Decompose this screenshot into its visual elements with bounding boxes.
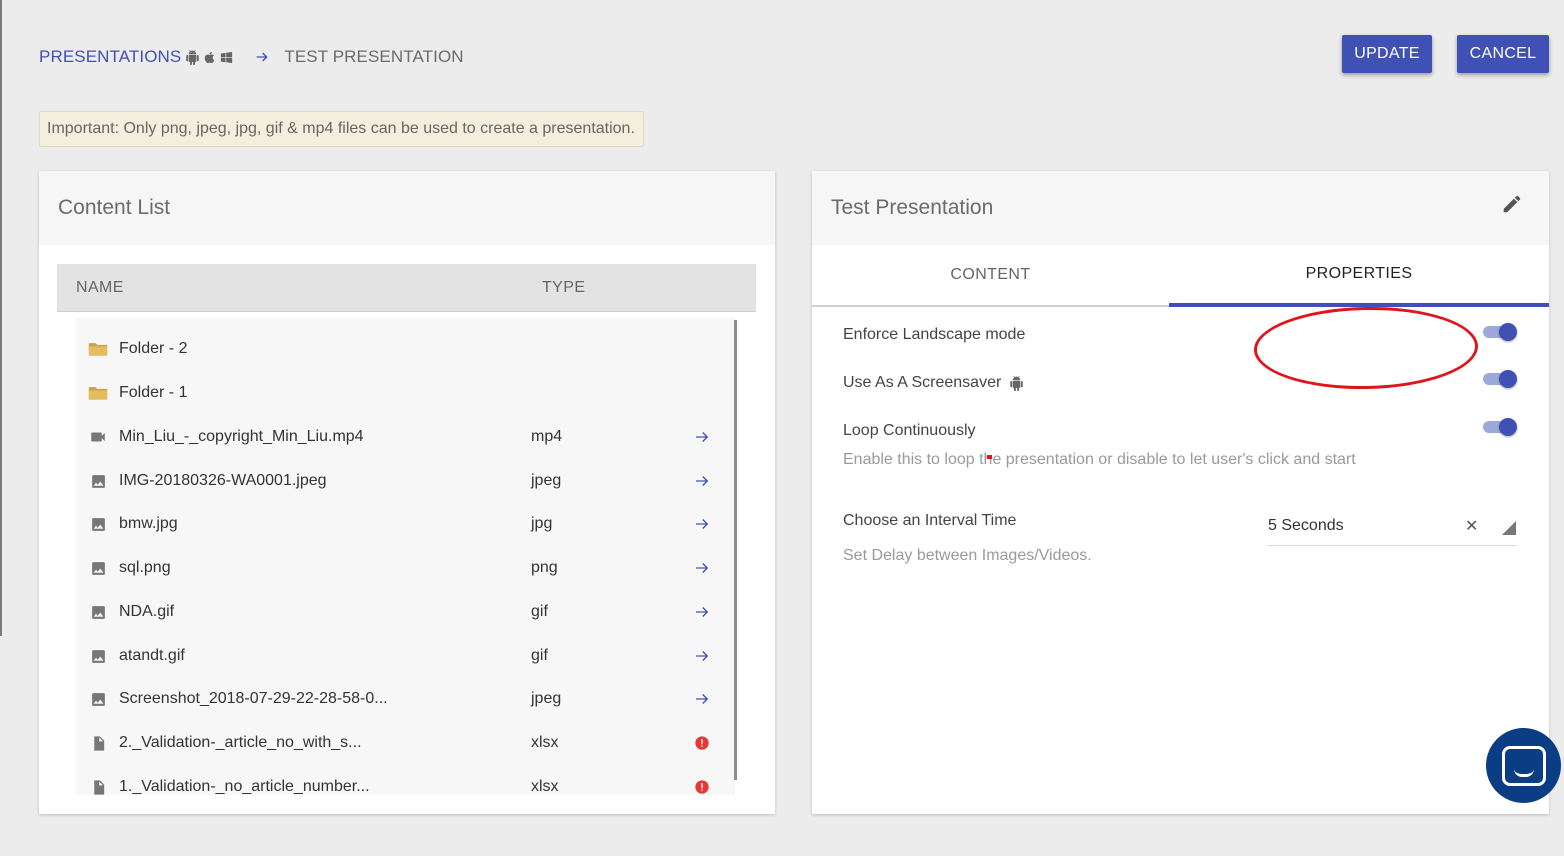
folder-icon: [88, 384, 108, 402]
item-name: NDA.gif: [119, 603, 175, 620]
item-name: bmw.jpg: [119, 515, 178, 532]
error-icon: [692, 777, 712, 795]
windows-icon: [221, 51, 233, 63]
arrow-right-icon[interactable]: [692, 514, 712, 534]
file-row[interactable]: IMG-20180326-WA0001.jpeg jpeg: [76, 459, 735, 503]
apple-icon: [205, 51, 215, 63]
content-list[interactable]: Folder - 2 Folder - 1 Min_Liu_-_copyright_…: [76, 318, 735, 795]
interval-select[interactable]: 5 Seconds ✕: [1267, 509, 1517, 546]
file-row[interactable]: bmw.jpg jpg: [76, 502, 735, 546]
breadcrumb: PRESENTATIONS TEST PRESENTATION: [39, 46, 464, 68]
image-icon: [88, 472, 108, 490]
landscape-label: Enforce Landscape mode: [843, 326, 1026, 343]
item-type: xlsx: [531, 734, 559, 751]
item-type: jpeg: [531, 690, 562, 707]
file-icon: [88, 734, 108, 752]
item-name: 1._Validation-_no_article_number...: [119, 778, 370, 795]
arrow-right-icon[interactable]: [692, 602, 712, 622]
table-header: NAME TYPE: [57, 264, 756, 312]
file-row[interactable]: Min_Liu_-_copyright_Min_Liu.mp4 mp4: [76, 415, 735, 459]
content-list-scrollbar[interactable]: [734, 320, 737, 780]
annotation-circle: [1253, 305, 1479, 391]
folder-row[interactable]: Folder - 2: [76, 327, 735, 371]
item-type: gif: [531, 647, 548, 664]
image-icon: [88, 690, 108, 708]
image-icon: [88, 603, 108, 621]
presentation-title: Test Presentation: [831, 196, 994, 219]
android-icon: [186, 49, 200, 65]
item-type: jpg: [531, 515, 553, 532]
file-row[interactable]: NDA.gif gif: [76, 590, 735, 634]
item-type: png: [531, 559, 558, 576]
image-icon: [88, 647, 108, 665]
tab-content[interactable]: CONTENT: [812, 245, 1169, 307]
file-row[interactable]: sql.png png: [76, 546, 735, 590]
presentation-card: Test Presentation CONTENT PROPERTIES Enf…: [812, 171, 1549, 814]
item-name: Folder - 1: [119, 384, 188, 401]
video-icon: [88, 428, 108, 446]
file-type-notice: Important: Only png, jpeg, jpg, gif & mp…: [39, 111, 644, 147]
breadcrumb-current: TEST PRESENTATION: [284, 47, 464, 66]
screensaver-toggle[interactable]: [1481, 369, 1519, 389]
interval-label: Choose an Interval Time: [843, 512, 1017, 529]
presentation-header: Test Presentation: [812, 171, 1549, 245]
cancel-button[interactable]: CANCEL: [1457, 35, 1549, 73]
file-row[interactable]: 2._Validation-_article_no_with_s... xlsx: [76, 721, 735, 765]
arrow-right-icon[interactable]: [692, 689, 712, 709]
column-type[interactable]: TYPE: [542, 279, 585, 297]
update-button[interactable]: UPDATE: [1342, 35, 1432, 73]
item-name: atandt.gif: [119, 647, 185, 664]
arrow-right-icon[interactable]: [692, 427, 712, 447]
loop-label: Loop Continuously: [843, 422, 976, 439]
loop-toggle[interactable]: [1481, 417, 1519, 437]
chat-launcher-button[interactable]: [1486, 728, 1561, 803]
android-icon: [1010, 375, 1024, 391]
content-list-title: Content List: [39, 171, 775, 245]
setting-loop: Loop Continuously: [843, 422, 976, 440]
setting-interval: Choose an Interval Time: [843, 512, 1016, 530]
arrow-right-icon[interactable]: [692, 471, 712, 491]
item-name: Screenshot_2018-07-29-22-28-58-0...: [119, 690, 388, 707]
item-name: sql.png: [119, 559, 171, 576]
image-icon: [88, 515, 108, 533]
item-name: IMG-20180326-WA0001.jpeg: [119, 472, 327, 489]
item-name: 2._Validation-_article_no_with_s...: [119, 734, 362, 751]
landscape-toggle[interactable]: [1481, 322, 1519, 342]
folder-icon: [88, 340, 108, 358]
pencil-icon[interactable]: [1501, 193, 1523, 215]
error-icon: [692, 733, 712, 753]
file-row[interactable]: Screenshot_2018-07-29-22-28-58-0... jpeg: [76, 677, 735, 721]
item-type: mp4: [531, 428, 563, 445]
chat-icon: [1501, 745, 1546, 786]
clear-icon[interactable]: ✕: [1465, 516, 1478, 536]
interval-value: 5 Seconds: [1268, 517, 1344, 534]
setting-screensaver: Use As A Screensaver: [843, 374, 1024, 392]
column-name[interactable]: NAME: [76, 279, 124, 297]
item-type: xlsx: [531, 778, 559, 795]
image-icon: [88, 559, 108, 577]
loop-help-text: Enable this to loop the presentation or …: [843, 451, 1356, 468]
screensaver-label: Use As A Screensaver: [843, 374, 1002, 391]
file-row[interactable]: 1._Validation-_no_article_number... xlsx: [76, 765, 735, 795]
item-name: Min_Liu_-_copyright_Min_Liu.mp4: [119, 428, 364, 445]
dropdown-triangle-icon[interactable]: [1502, 521, 1516, 535]
window-edge: [0, 0, 2, 636]
arrow-right-icon[interactable]: [692, 646, 712, 666]
annotation-mark: [987, 455, 992, 459]
platform-icons: [185, 49, 234, 65]
presentation-tabs: CONTENT PROPERTIES: [812, 245, 1549, 391]
file-icon: [88, 778, 108, 795]
folder-row[interactable]: Folder - 1: [76, 371, 735, 415]
breadcrumb-presentations-link[interactable]: PRESENTATIONS: [39, 47, 181, 67]
file-row[interactable]: atandt.gif gif: [76, 634, 735, 678]
tab-properties[interactable]: PROPERTIES: [1169, 245, 1549, 307]
content-list-card: Content List NAME TYPE Folder - 2 Folder …: [39, 171, 775, 814]
interval-help-text: Set Delay between Images/Videos.: [843, 547, 1092, 564]
item-name: Folder - 2: [119, 340, 188, 357]
item-type: gif: [531, 603, 548, 620]
item-type: jpeg: [531, 472, 562, 489]
arrow-right-icon: [254, 49, 270, 65]
setting-landscape: Enforce Landscape mode: [843, 326, 1025, 344]
arrow-right-icon[interactable]: [692, 558, 712, 578]
